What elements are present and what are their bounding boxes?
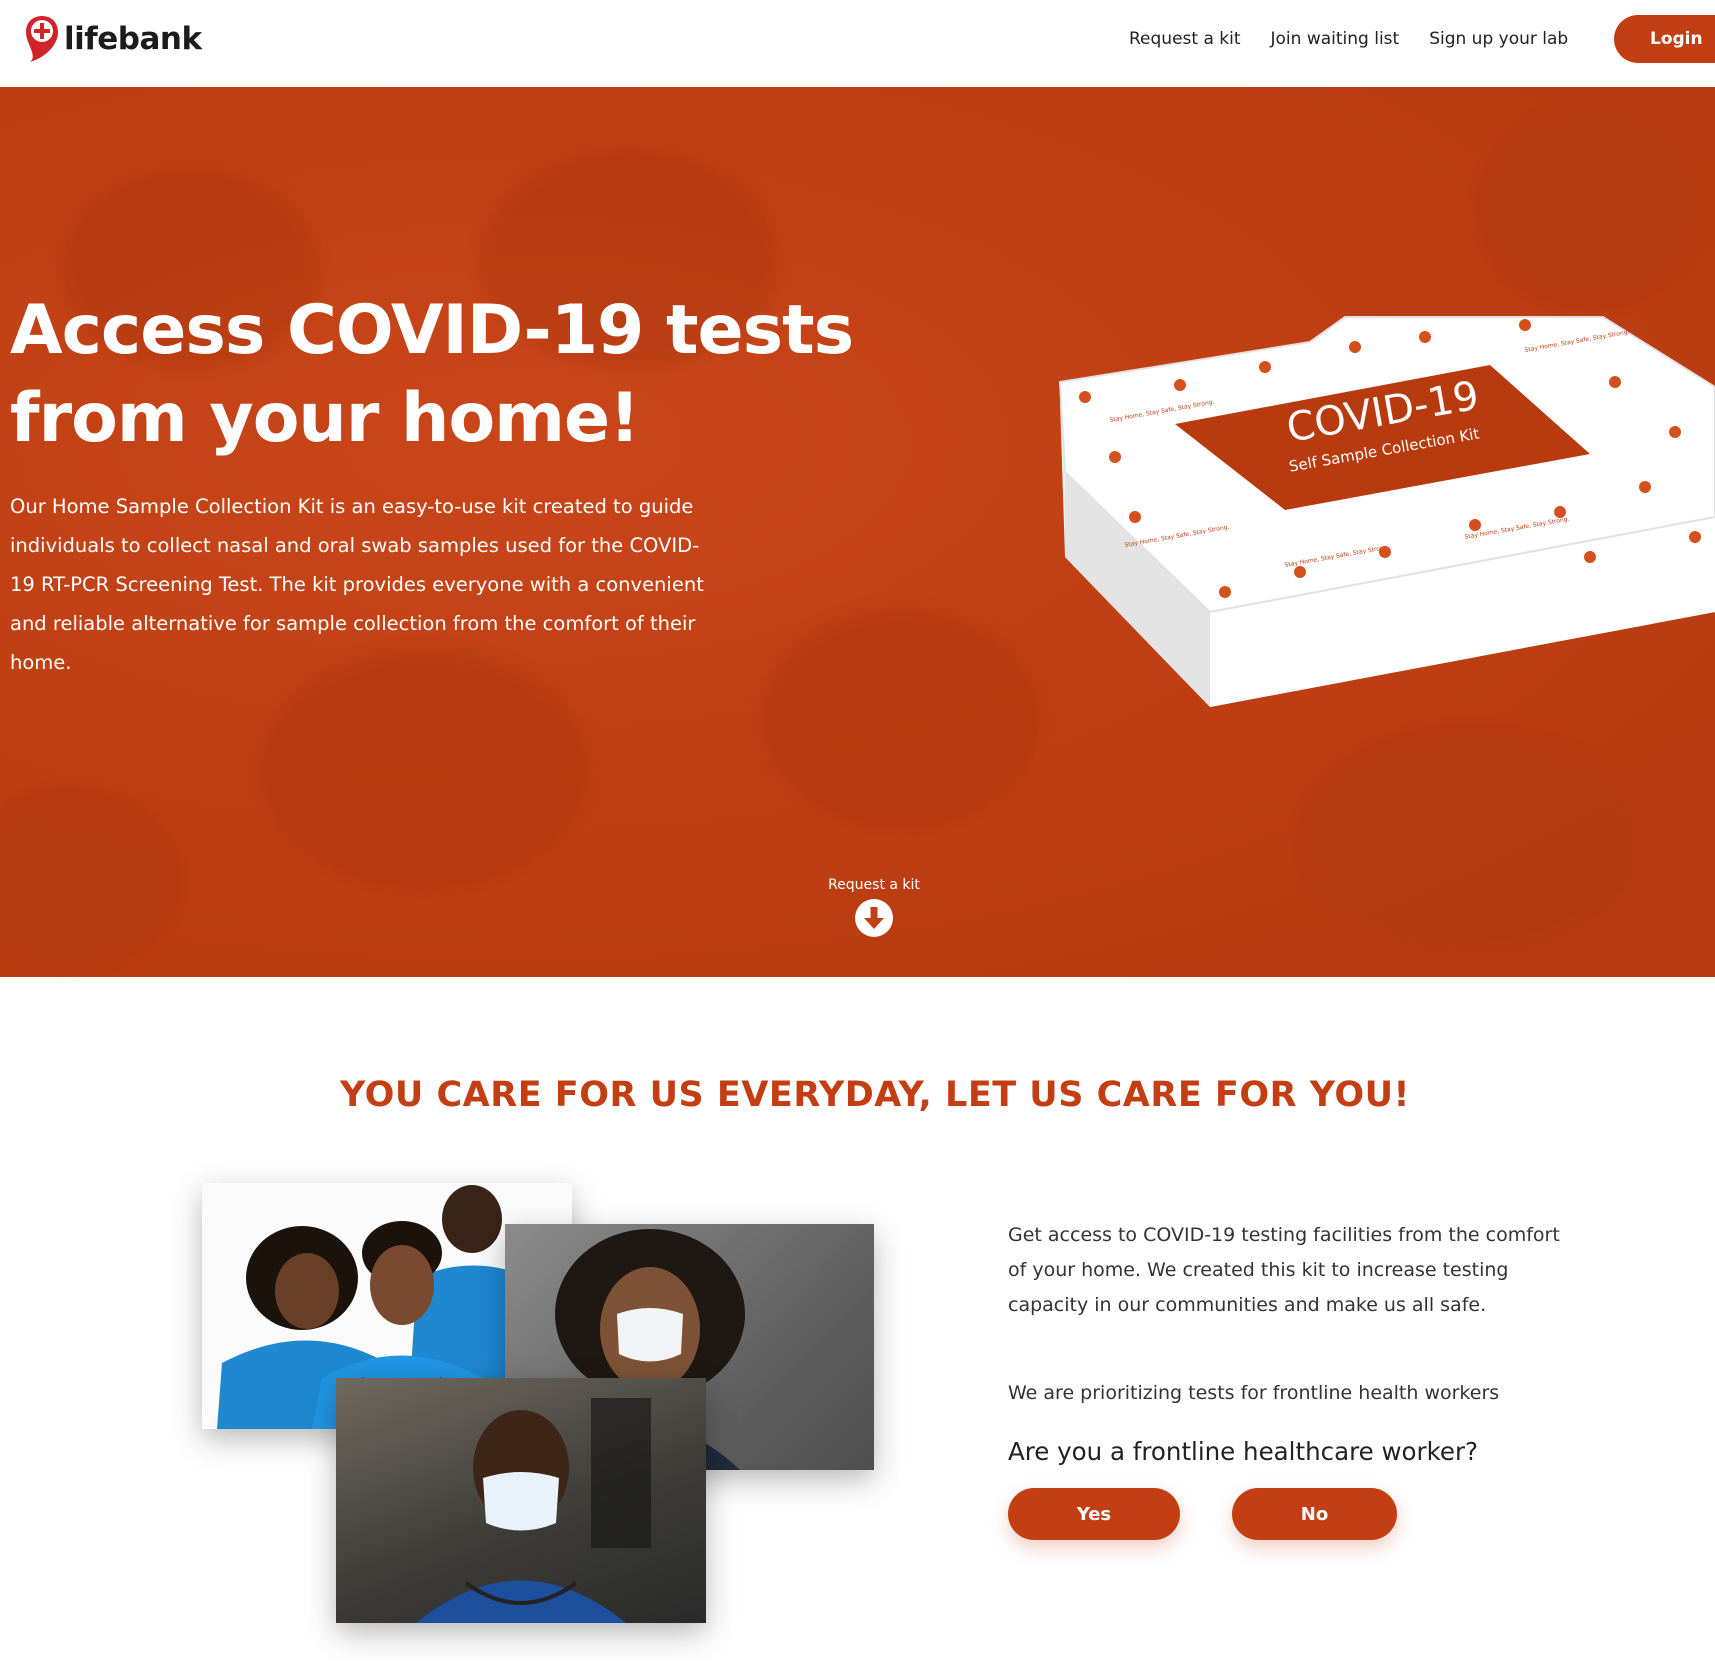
yes-button[interactable]: Yes — [1008, 1488, 1180, 1540]
covid-kit-box-image: COVID-19 Self Sample Collection Kit This… — [1058, 316, 1715, 707]
login-button[interactable]: Login — [1614, 15, 1715, 63]
logo[interactable]: lifebank — [24, 14, 202, 64]
nav-sign-up-lab[interactable]: Sign up your lab — [1429, 24, 1568, 54]
hero-description: Our Home Sample Collection Kit is an eas… — [10, 495, 704, 674]
hero-section: Access COVID-19 tests from your home! Ou… — [0, 87, 1715, 977]
hero-title-line2: from your home! — [10, 379, 640, 458]
frontline-worker-question: Are you a frontline healthcare worker? — [1008, 1437, 1479, 1466]
brand-name: lifebank — [64, 21, 202, 57]
hero-title: Access COVID-19 tests from your home! — [10, 287, 910, 463]
site-header: lifebank Request a kit Join waiting list… — [0, 0, 1715, 87]
care-paragraph-2: We are prioritizing tests for frontline … — [1008, 1382, 1500, 1404]
request-kit-cta-label: Request a kit — [828, 877, 920, 893]
masked-doctor-illustration — [416, 1398, 651, 1623]
arrow-down-circle-icon[interactable] — [855, 899, 893, 937]
request-kit-scroll-cta[interactable]: Request a kit — [826, 877, 922, 942]
virus-texture — [260, 647, 590, 887]
nav-request-kit[interactable]: Request a kit — [1129, 24, 1241, 54]
hero-title-line1: Access COVID-19 tests — [10, 291, 854, 370]
masked-doctor-photo — [336, 1378, 706, 1623]
location-pin-icon — [26, 16, 58, 62]
no-button[interactable]: No — [1232, 1488, 1397, 1540]
care-heading: YOU CARE FOR US EVERYDAY, LET US CARE FO… — [340, 1075, 1410, 1115]
nav-join-waiting-list[interactable]: Join waiting list — [1271, 24, 1400, 54]
care-paragraph-1: Get access to COVID-19 testing facilitie… — [1008, 1224, 1560, 1316]
main-nav: Request a kit Join waiting list Sign up … — [1129, 24, 1598, 54]
virus-texture — [760, 607, 1040, 827]
virus-texture — [0, 787, 180, 967]
